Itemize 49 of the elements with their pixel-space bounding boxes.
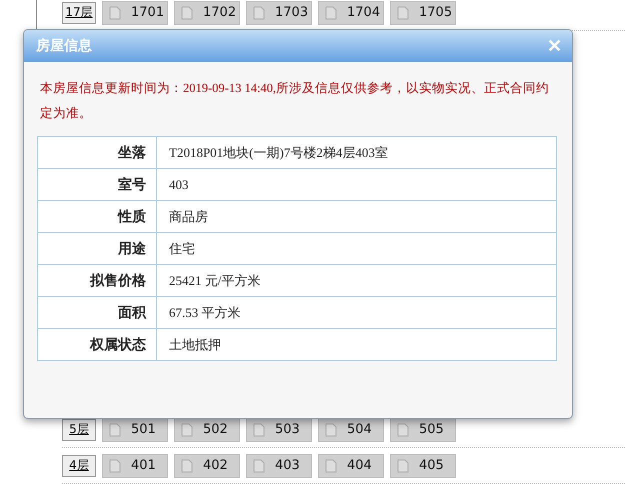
- field-label: 面积: [38, 296, 156, 328]
- document-icon: [253, 6, 265, 20]
- field-value: 67.53 平方米: [156, 296, 556, 328]
- unit-cell[interactable]: 502: [174, 418, 240, 442]
- document-icon: [325, 458, 337, 472]
- unit-cell[interactable]: 1701: [102, 0, 168, 24]
- unit-cell[interactable]: 505: [390, 418, 456, 442]
- update-notice: 本房屋信息更新时间为：2019-09-13 14:40,所涉及信息仅供参考，以实物实况、正式合同约定为准。: [40, 80, 550, 122]
- field-value: 403: [156, 168, 556, 200]
- unit-cell[interactable]: 1704: [318, 0, 384, 24]
- document-icon: [181, 422, 193, 436]
- unit-cell[interactable]: 403: [246, 454, 312, 478]
- unit-cell[interactable]: 504: [318, 418, 384, 442]
- dialog-title: 房屋信息: [36, 37, 92, 55]
- document-icon: [325, 422, 337, 436]
- document-icon: [109, 422, 121, 436]
- unit-cell[interactable]: 404: [318, 454, 384, 478]
- unit-cell[interactable]: 402: [174, 454, 240, 478]
- field-value: 住宅: [156, 232, 556, 264]
- unit-cell[interactable]: 401: [102, 454, 168, 478]
- unit-cell[interactable]: 1705: [390, 0, 456, 24]
- field-value: 土地抵押: [156, 328, 556, 360]
- field-value: T2018P01地块(一期)7号楼2梯4层403室: [156, 136, 556, 168]
- field-value: 25421 元/平方米: [156, 264, 556, 296]
- field-label: 性质: [38, 200, 156, 232]
- field-label: 拟售价格: [38, 264, 156, 296]
- unit-cell[interactable]: 1703: [246, 0, 312, 24]
- floor-link[interactable]: 17层: [62, 2, 96, 24]
- floor-link[interactable]: 5层: [62, 418, 96, 440]
- field-label: 权属状态: [38, 328, 156, 360]
- unit-cell[interactable]: 405: [390, 454, 456, 478]
- document-icon: [181, 6, 193, 20]
- field-label: 室号: [38, 168, 156, 200]
- document-icon: [181, 458, 193, 472]
- unit-cell[interactable]: 501: [102, 418, 168, 442]
- unit-cell[interactable]: 503: [246, 418, 312, 442]
- document-icon: [109, 6, 121, 20]
- field-label: 坐落: [38, 136, 156, 168]
- unit-cell[interactable]: 1702: [174, 0, 240, 24]
- field-label: 用途: [38, 232, 156, 264]
- document-icon: [397, 458, 409, 472]
- document-icon: [397, 6, 409, 20]
- document-icon: [325, 6, 337, 20]
- floor-link[interactable]: 4层: [62, 454, 96, 476]
- field-value: 商品房: [156, 200, 556, 232]
- document-icon: [253, 422, 265, 436]
- document-icon: [253, 458, 265, 472]
- document-icon: [109, 458, 121, 472]
- document-icon: [397, 422, 409, 436]
